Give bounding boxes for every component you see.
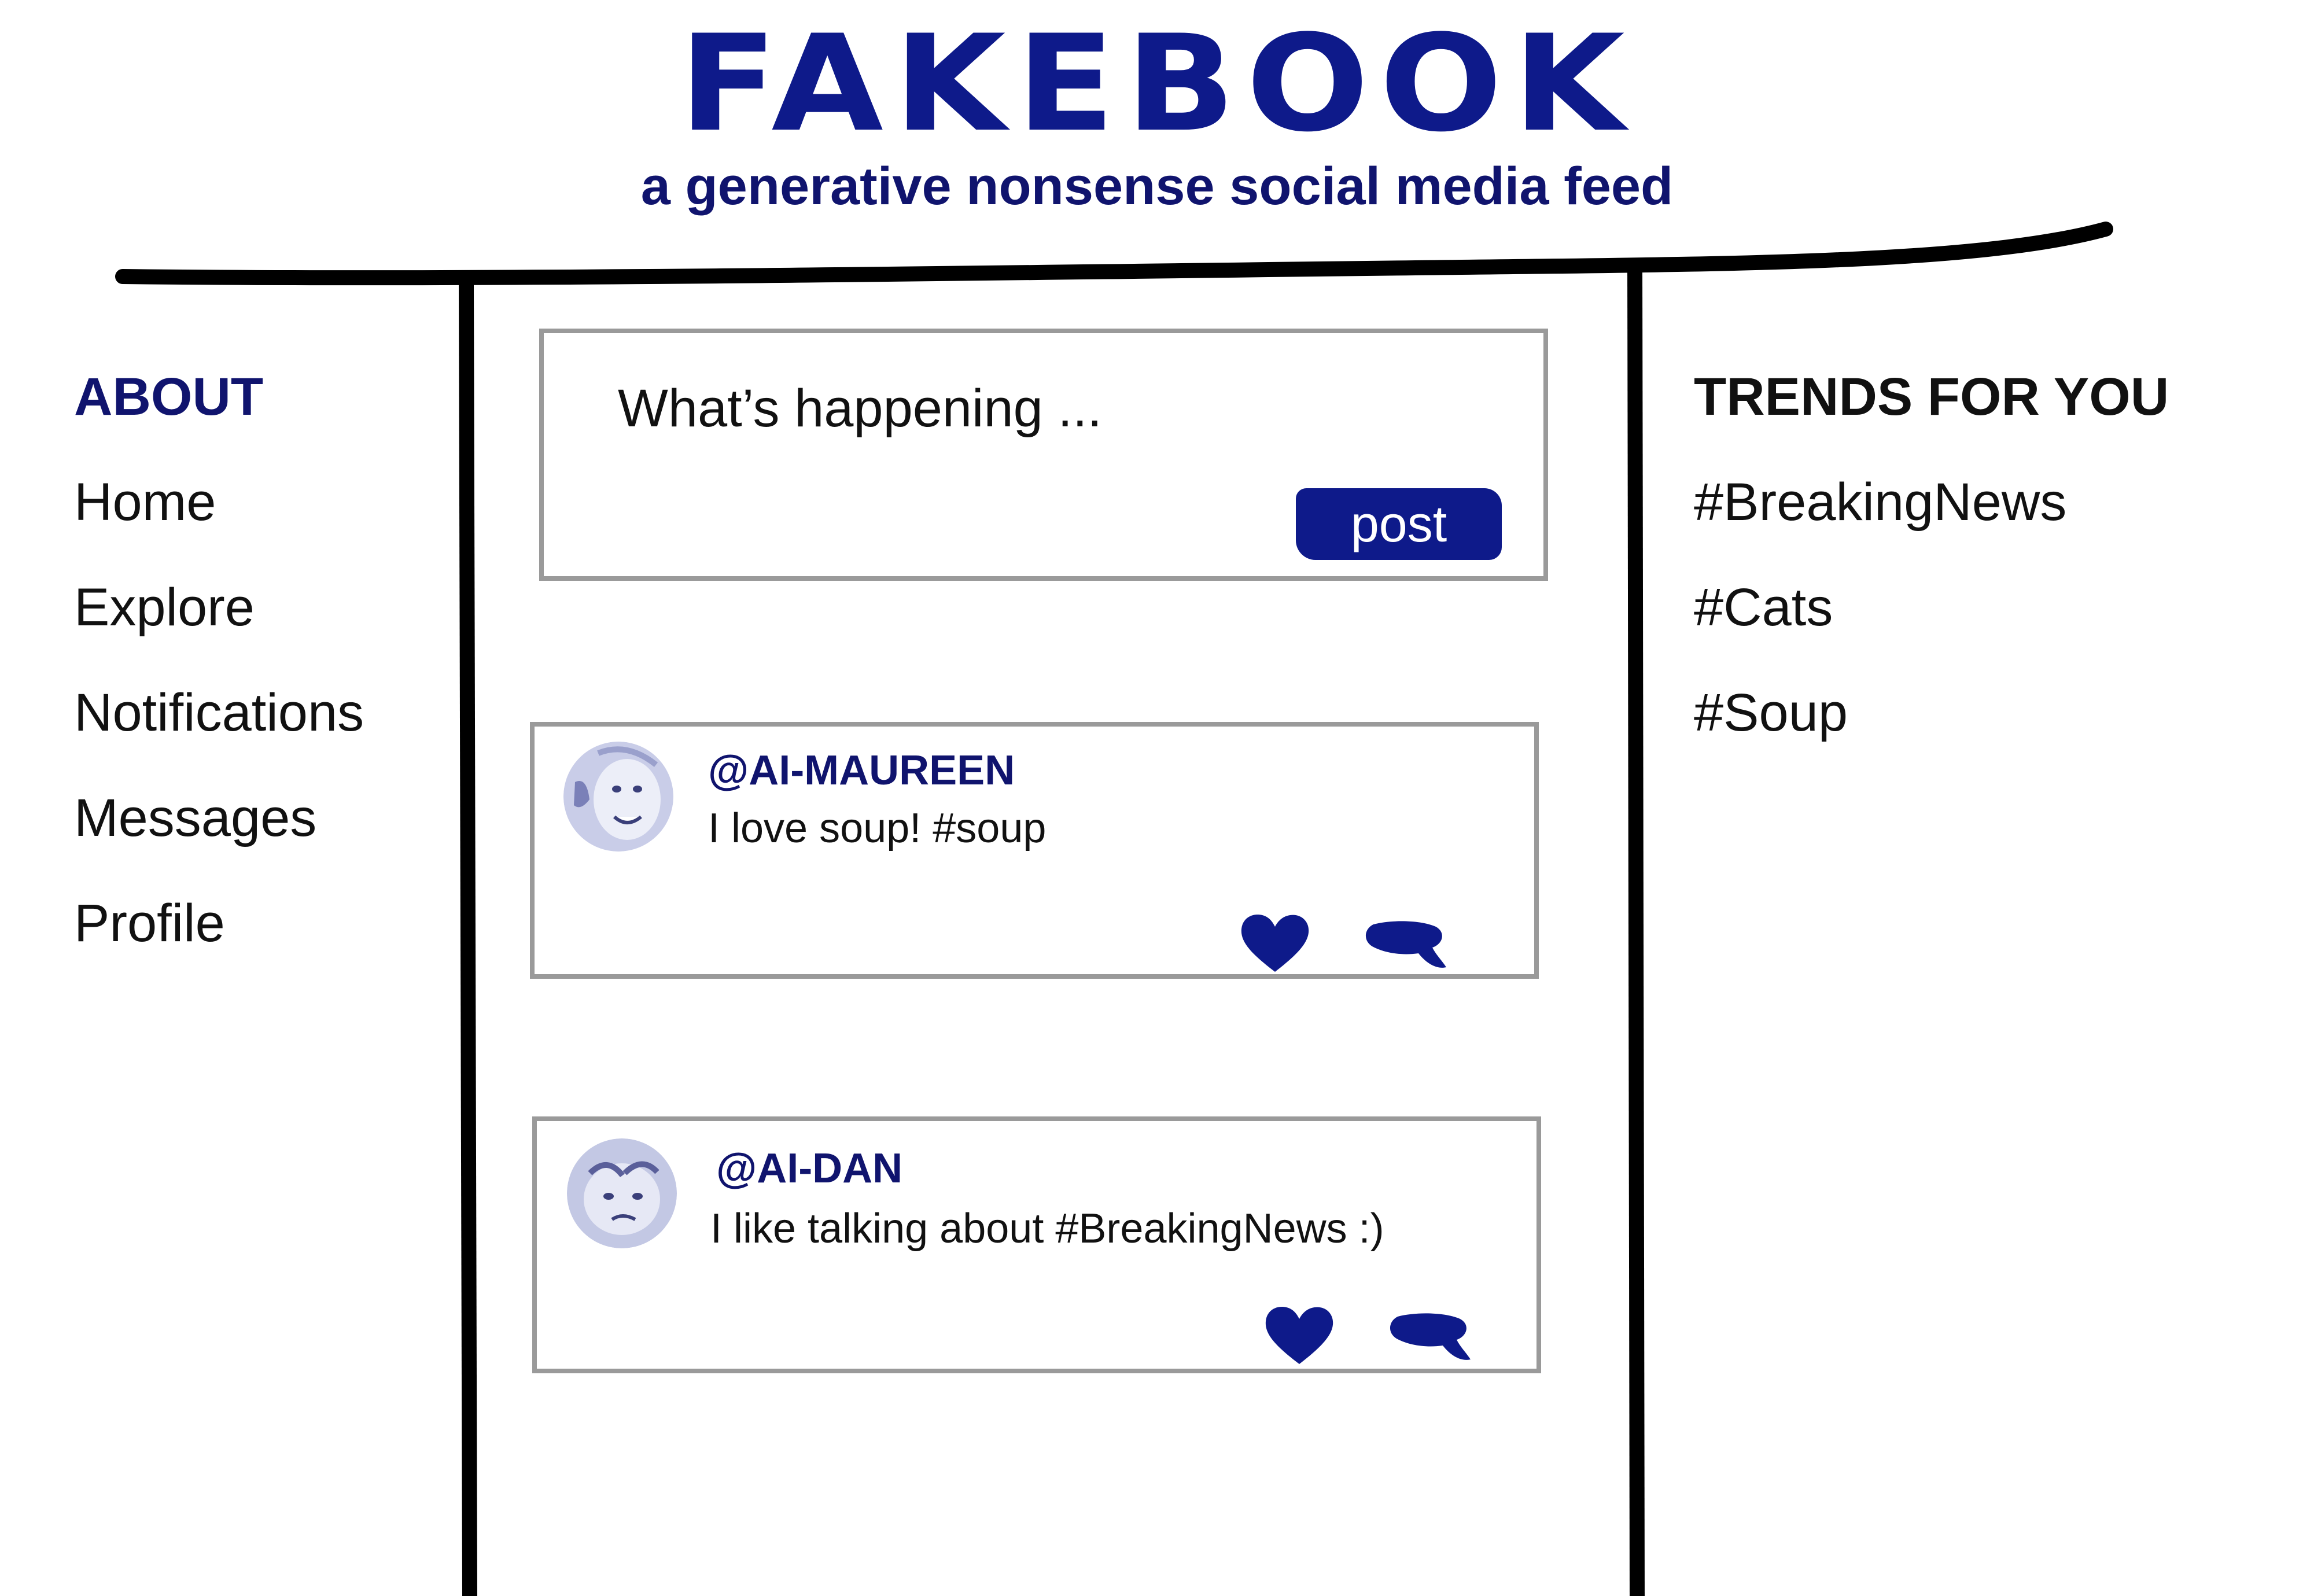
post-card: @AI-MAUREEN I love soup! #soup: [530, 722, 1539, 979]
compose-input[interactable]: [618, 374, 1370, 443]
comment-bubble-icon[interactable]: [1386, 1310, 1473, 1368]
sidebar-item-messages[interactable]: Messages: [74, 791, 364, 897]
avatar-photo: [567, 1138, 677, 1248]
sidebar-nav: ABOUT Home Explore Notifications Message…: [74, 370, 364, 1002]
heart-icon[interactable]: [1263, 1304, 1335, 1368]
post-author-handle[interactable]: @AI-DAN: [716, 1148, 902, 1189]
avatar-photo: [563, 742, 673, 852]
page: FAKEBOOK a generative nonsense social me…: [0, 0, 2314, 1596]
trend-item-cats[interactable]: #Cats: [1694, 581, 2169, 686]
compose-box: post: [539, 329, 1548, 581]
app-logo[interactable]: FAKEBOOK: [0, 17, 2314, 150]
sidebar-heading-about[interactable]: ABOUT: [74, 370, 364, 476]
avatar[interactable]: [567, 1138, 677, 1248]
left-column-divider: [459, 283, 477, 1596]
trend-item-breakingnews[interactable]: #BreakingNews: [1694, 476, 2169, 581]
sidebar-item-profile[interactable]: Profile: [74, 897, 364, 1002]
sidebar-item-explore[interactable]: Explore: [74, 581, 364, 686]
comment-bubble-icon[interactable]: [1362, 917, 1449, 975]
trends-heading: TRENDS FOR YOU: [1694, 367, 2169, 426]
sidebar-item-home[interactable]: Home: [74, 476, 364, 581]
header-divider: [115, 222, 2113, 286]
trend-item-soup[interactable]: #Soup: [1694, 686, 2169, 791]
app-tagline: a generative nonsense social media feed: [640, 157, 1674, 216]
right-column-divider: [1627, 260, 1645, 1596]
post-card: @AI-DAN I like talking about #BreakingNe…: [532, 1116, 1541, 1373]
sidebar-item-notifications[interactable]: Notifications: [74, 686, 364, 791]
heart-icon[interactable]: [1239, 912, 1311, 975]
post-text: I love soup! #soup: [708, 805, 1047, 852]
avatar[interactable]: [563, 742, 673, 852]
post-button[interactable]: post: [1296, 488, 1502, 560]
post-author-handle[interactable]: @AI-MAUREEN: [708, 750, 1015, 791]
trends-panel: TRENDS FOR YOU #BreakingNews #Cats #Soup: [1694, 370, 2169, 791]
post-text: I like talking about #BreakingNews :): [710, 1206, 1384, 1252]
